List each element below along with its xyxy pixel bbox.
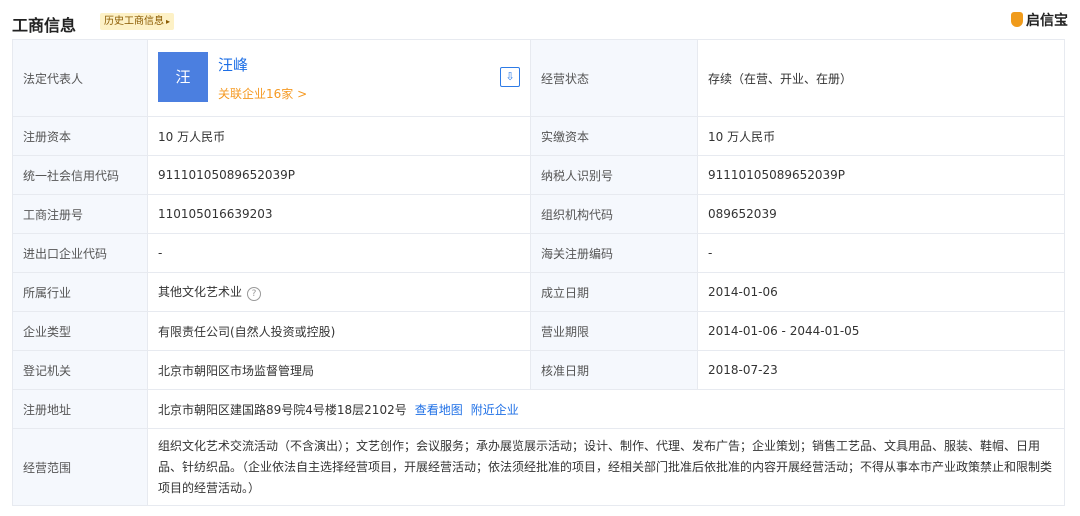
table-row: 注册地址 北京市朝阳区建国路89号院4号楼18层2102号 查看地图 附近企业	[12, 389, 1065, 429]
nearby-companies-link[interactable]: 附近企业	[471, 403, 519, 417]
field-value: -	[147, 233, 531, 273]
field-value: 其他文化艺术业	[158, 285, 243, 299]
field-label: 工商注册号	[12, 194, 148, 234]
avatar: 汪	[158, 52, 208, 102]
field-label: 统一社会信用代码	[12, 155, 148, 195]
business-info-table: 法定代表人 汪 汪峰 关联企业16家 > ⇩ 经营状态 存续（在营、开业、在册）…	[12, 39, 1065, 506]
legal-rep-name-link[interactable]: 汪峰	[218, 54, 248, 75]
field-value: 有限责任公司(自然人投资或控股)	[147, 311, 531, 351]
view-map-link[interactable]: 查看地图	[415, 403, 463, 417]
field-value: 2014-01-06 - 2044-01-05	[697, 311, 1065, 351]
shield-icon	[1011, 12, 1023, 27]
table-row: 注册资本 10 万人民币 实缴资本 10 万人民币	[12, 116, 1065, 156]
field-label: 登记机关	[12, 350, 148, 390]
address-label: 注册地址	[12, 389, 148, 429]
field-value: 2018-07-23	[697, 350, 1065, 390]
caret-right-icon: ▸	[166, 17, 171, 26]
field-value: 91110105089652039P	[697, 155, 1065, 195]
field-value: 2014-01-06	[697, 272, 1065, 312]
field-value: 10 万人民币	[697, 116, 1065, 156]
status-label: 经营状态	[530, 39, 698, 117]
table-row: 所属行业 其他文化艺术业? 成立日期 2014-01-06	[12, 272, 1065, 312]
field-label: 核准日期	[530, 350, 698, 390]
field-value: 北京市朝阳区市场监督管理局	[147, 350, 531, 390]
table-row: 统一社会信用代码 91110105089652039P 纳税人识别号 91110…	[12, 155, 1065, 195]
legal-rep-cell: 汪 汪峰 关联企业16家 > ⇩	[147, 39, 531, 117]
field-value: 089652039	[697, 194, 1065, 234]
legal-rep-label: 法定代表人	[12, 39, 148, 117]
scope-value: 组织文化艺术交流活动（不含演出）；文艺创作；会议服务；承办展览展示活动；设计、制…	[158, 438, 1053, 495]
history-info-label: 历史工商信息	[104, 16, 164, 27]
table-row: 法定代表人 汪 汪峰 关联企业16家 > ⇩ 经营状态 存续（在营、开业、在册）	[12, 39, 1065, 117]
address-cell: 北京市朝阳区建国路89号院4号楼18层2102号 查看地图 附近企业	[147, 389, 1065, 429]
history-info-tag[interactable]: 历史工商信息 ▸	[100, 13, 175, 30]
field-value: 110105016639203	[147, 194, 531, 234]
field-label: 企业类型	[12, 311, 148, 351]
section-header: 工商信息 历史工商信息 ▸ 启信宝	[12, 8, 1068, 36]
brand-logo: 启信宝	[1011, 10, 1068, 30]
field-value: 10 万人民币	[147, 116, 531, 156]
table-row: 工商注册号 110105016639203 组织机构代码 089652039	[12, 194, 1065, 234]
field-label: 营业期限	[530, 311, 698, 351]
brand-name: 启信宝	[1026, 13, 1068, 29]
section-title: 工商信息	[12, 16, 77, 35]
field-label: 纳税人识别号	[530, 155, 698, 195]
table-row: 登记机关 北京市朝阳区市场监督管理局 核准日期 2018-07-23	[12, 350, 1065, 390]
status-value: 存续（在营、开业、在册）	[697, 39, 1065, 117]
field-value: -	[697, 233, 1065, 273]
table-row: 经营范围 组织文化艺术交流活动（不含演出）；文艺创作；会议服务；承办展览展示活动…	[12, 428, 1065, 506]
address-value: 北京市朝阳区建国路89号院4号楼18层2102号	[158, 402, 407, 417]
download-icon[interactable]: ⇩	[500, 67, 520, 87]
scope-label: 经营范围	[12, 428, 148, 506]
field-label: 进出口企业代码	[12, 233, 148, 273]
field-label: 海关注册编码	[530, 233, 698, 273]
field-label: 注册资本	[12, 116, 148, 156]
field-label: 成立日期	[530, 272, 698, 312]
field-label: 组织机构代码	[530, 194, 698, 234]
related-companies-link[interactable]: 关联企业16家 >	[218, 85, 307, 102]
table-row: 进出口企业代码 - 海关注册编码 -	[12, 233, 1065, 273]
scope-cell: 组织文化艺术交流活动（不含演出）；文艺创作；会议服务；承办展览展示活动；设计、制…	[147, 428, 1065, 506]
help-icon[interactable]: ?	[247, 287, 262, 301]
field-label: 实缴资本	[530, 116, 698, 156]
field-label: 所属行业	[12, 272, 148, 312]
industry-cell: 其他文化艺术业?	[147, 272, 531, 312]
field-value: 91110105089652039P	[147, 155, 531, 195]
table-row: 企业类型 有限责任公司(自然人投资或控股) 营业期限 2014-01-06 - …	[12, 311, 1065, 351]
